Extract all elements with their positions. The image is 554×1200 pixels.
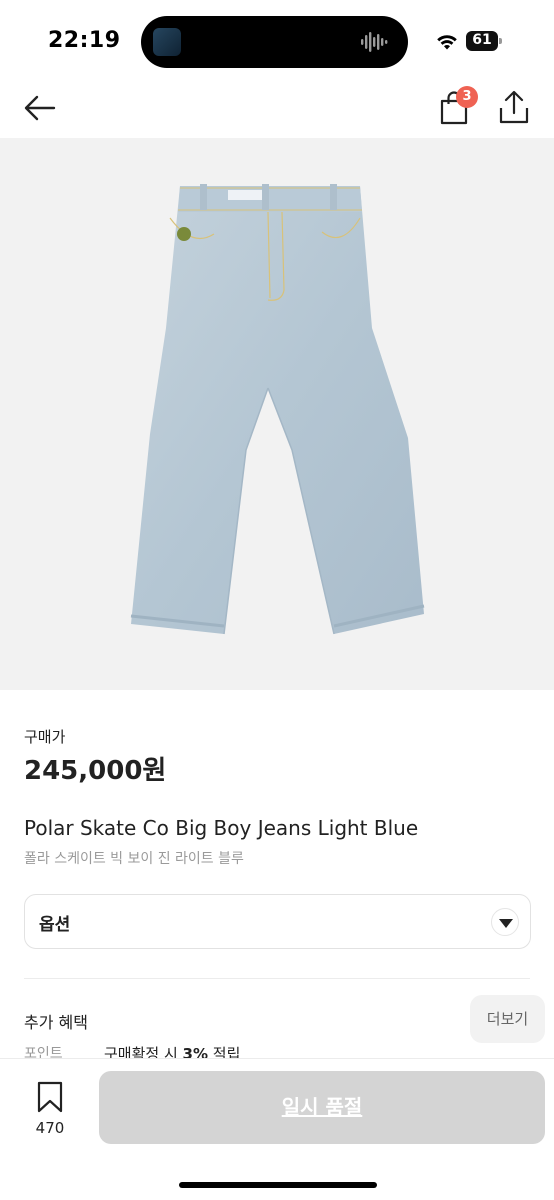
chevron-down-icon: [491, 908, 519, 936]
now-playing-artwork: [153, 28, 181, 56]
benefit-key: 포인트: [24, 1046, 63, 1058]
product-name-korean: 폴라 스케이트 빅 보이 진 라이트 블루: [24, 851, 244, 867]
share-icon[interactable]: [496, 88, 532, 128]
jeans-image: [130, 184, 425, 635]
audio-wave-icon: [361, 32, 388, 52]
benefit-row: 포인트 구매확정 시 3% 적립: [24, 1043, 504, 1058]
bookmark-count: 470: [35, 1119, 65, 1137]
product-image[interactable]: [0, 138, 554, 690]
battery-icon: 61: [466, 31, 502, 51]
back-arrow-icon[interactable]: [22, 90, 58, 126]
more-button[interactable]: 더보기: [470, 995, 545, 1043]
bottom-action-bar: 470 일시 품절: [0, 1058, 554, 1200]
app-header: 3: [0, 80, 554, 136]
product-name-english: Polar Skate Co Big Boy Jeans Light Blue: [24, 816, 419, 840]
dynamic-island: [141, 16, 408, 68]
benefits-title: 추가 혜택: [24, 1013, 88, 1032]
wifi-icon: [437, 35, 457, 50]
home-indicator: [179, 1182, 377, 1188]
product-price: 245,000원: [24, 756, 167, 786]
divider: [24, 978, 530, 979]
benefit-value: 구매확정 시 3% 적립: [104, 1045, 241, 1058]
cart-count-badge: 3: [456, 86, 478, 108]
sold-out-button[interactable]: 일시 품절: [99, 1071, 545, 1144]
status-time: 22:19: [48, 28, 121, 53]
bookmark-icon: [37, 1081, 63, 1113]
bookmark-button[interactable]: 470: [22, 1081, 78, 1141]
option-label: 옵션: [39, 915, 71, 935]
battery-percent: 61: [472, 32, 492, 48]
status-bar: 22:19 61: [0, 0, 554, 80]
price-label: 구매가: [24, 728, 66, 746]
option-select[interactable]: 옵션: [24, 894, 531, 949]
